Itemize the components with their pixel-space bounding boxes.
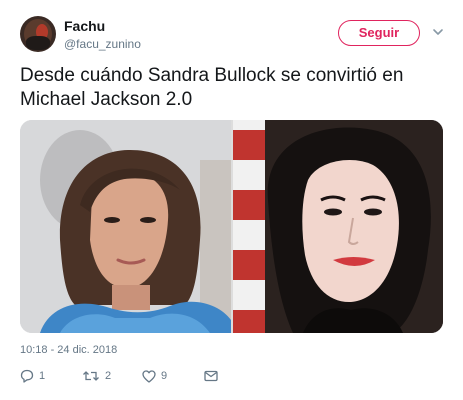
avatar[interactable]: [20, 16, 56, 52]
media-photo-left[interactable]: [20, 120, 231, 333]
tweet-text: Desde cuándo Sandra Bullock se convirtió…: [20, 64, 450, 112]
like-action[interactable]: 9: [142, 366, 167, 386]
user-name[interactable]: Fachu: [64, 18, 105, 34]
media-photo-right[interactable]: [233, 120, 443, 333]
chevron-down-icon[interactable]: [431, 25, 445, 39]
user-handle[interactable]: @facu_zunino: [64, 37, 141, 51]
message-action[interactable]: [204, 366, 218, 386]
reply-action[interactable]: 1: [20, 366, 45, 386]
retweet-icon: [83, 371, 99, 381]
follow-button[interactable]: Seguir: [338, 20, 420, 46]
tweet-header: Fachu @facu_zunino Seguir: [20, 16, 449, 56]
tweet-media[interactable]: [20, 120, 443, 333]
tweet-timestamp[interactable]: 10:18 - 24 dic. 2018: [20, 344, 117, 356]
tweet-actions: 1 2 9: [20, 366, 320, 386]
message-icon: [204, 370, 218, 382]
retweet-count: 2: [105, 370, 112, 382]
reply-icon: [20, 369, 34, 383]
like-icon: [142, 369, 156, 383]
retweet-action[interactable]: 2: [82, 366, 111, 386]
reply-count: 1: [39, 370, 46, 382]
tweet-text-line-1: Desde cuándo Sandra Bullock se convirtió…: [20, 65, 404, 86]
like-count: 9: [161, 370, 168, 382]
tweet-text-line-2: Michael Jackson 2.0: [20, 89, 193, 110]
